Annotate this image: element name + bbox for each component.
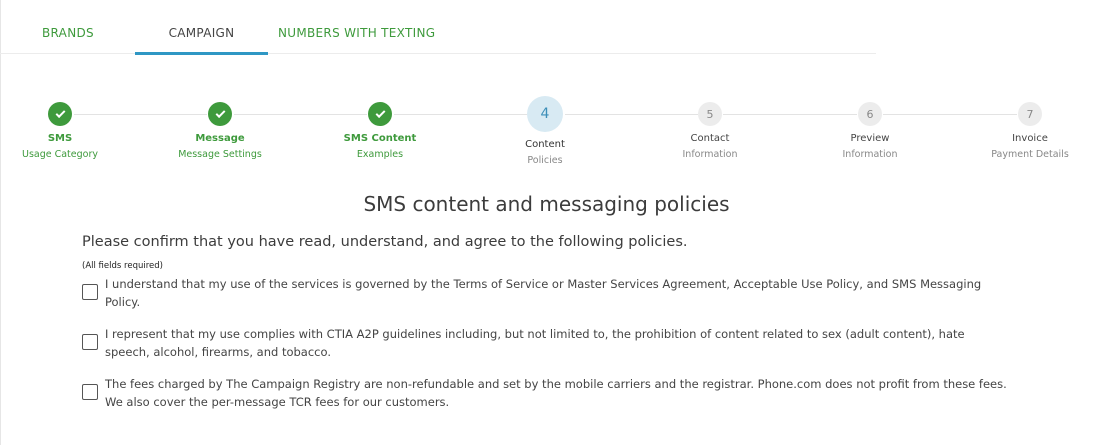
step-number: 7 — [1018, 102, 1042, 126]
policy-checkbox[interactable] — [82, 284, 98, 300]
step-message[interactable]: Message Message Settings — [160, 92, 280, 160]
required-note: (All fields required) — [82, 261, 163, 271]
policy-text: The fees charged by The Campaign Registr… — [105, 377, 1007, 409]
step-title: Invoice — [1012, 133, 1048, 144]
step-title: Contact — [690, 133, 730, 144]
step-number: 5 — [698, 102, 722, 126]
step-number: 6 — [858, 102, 882, 126]
check-icon — [48, 102, 72, 126]
step-subtitle: Payment Details — [991, 149, 1069, 160]
confirm-instructions: Please confirm that you have read, under… — [82, 234, 688, 250]
check-icon — [208, 102, 232, 126]
step-invoice[interactable]: 7 Invoice Payment Details — [970, 92, 1090, 160]
left-border — [0, 0, 1, 445]
step-contact[interactable]: 5 Contact Information — [650, 92, 770, 160]
tab-brands[interactable]: BRANDS — [42, 0, 96, 54]
step-number: 4 — [527, 96, 563, 132]
step-title: Message — [195, 133, 245, 144]
tab-bar: BRANDS CAMPAIGN NUMBERS WITH TEXTING — [0, 0, 876, 55]
step-sms-content[interactable]: SMS Content Examples — [320, 92, 440, 160]
step-subtitle: Information — [682, 149, 738, 160]
page-title: SMS content and messaging policies — [363, 192, 730, 216]
step-subtitle: Usage Category — [21, 149, 98, 160]
policy-checkbox[interactable] — [82, 334, 98, 350]
policy-tcr-fees: The fees charged by The Campaign Registr… — [82, 375, 1012, 411]
check-icon — [368, 102, 392, 126]
step-subtitle: Message Settings — [178, 149, 262, 160]
policy-ctia-guidelines: I represent that my use complies with CT… — [82, 325, 1012, 361]
policy-text: I represent that my use complies with CT… — [105, 327, 965, 359]
tab-numbers-with-texting[interactable]: NUMBERS WITH TEXTING — [278, 0, 438, 54]
step-preview[interactable]: 6 Preview Information — [810, 92, 930, 160]
policy-text: I understand that my use of the services… — [105, 277, 982, 309]
step-title: Preview — [850, 133, 890, 144]
step-sms[interactable]: SMS Usage Category — [0, 92, 120, 160]
policy-checkbox[interactable] — [82, 384, 98, 400]
step-subtitle: Examples — [356, 149, 404, 160]
policy-terms-of-service: I understand that my use of the services… — [82, 275, 1012, 311]
step-title: Content — [525, 139, 565, 150]
step-title: SMS Content — [343, 133, 417, 144]
progress-stepper: SMS Usage Category Message Message Setti… — [0, 92, 1093, 172]
tab-campaign[interactable]: CAMPAIGN — [135, 0, 268, 55]
step-subtitle: Policies — [527, 155, 563, 166]
step-title: SMS — [47, 133, 73, 144]
step-content-policies[interactable]: 4 Content Policies — [485, 92, 605, 166]
step-subtitle: Information — [842, 149, 898, 160]
